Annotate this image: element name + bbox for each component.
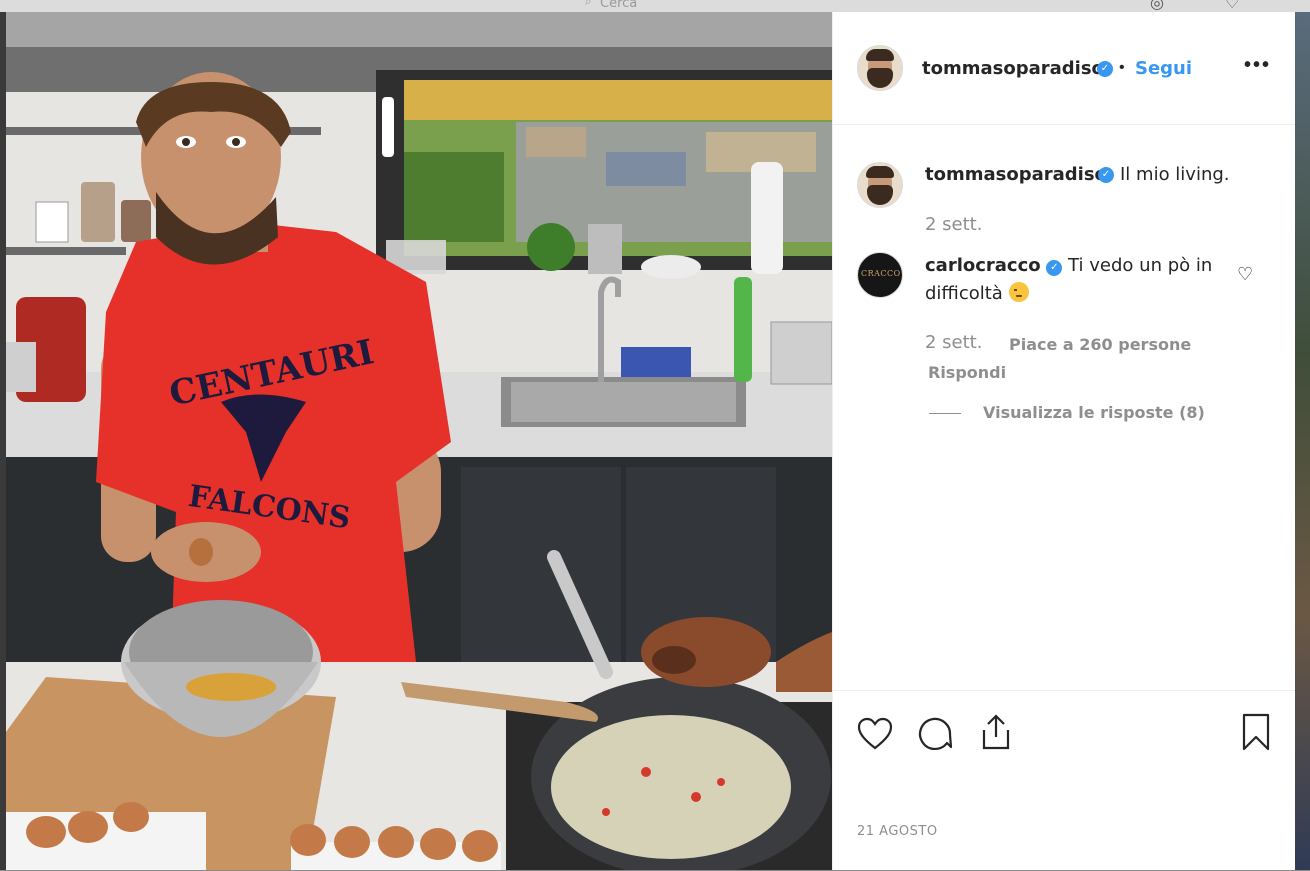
caption-avatar[interactable] [857, 162, 903, 208]
post-panel: tommasoparadiso ✓ • Segui ••• tommasopar… [832, 12, 1295, 870]
post-photo[interactable]: CENTAURI FALCONS [6, 12, 832, 870]
heart-icon[interactable] [857, 717, 893, 751]
comment-body: carlocracco ✓ Ti vedo un pò in difficolt… [925, 252, 1235, 308]
replies-divider [929, 413, 961, 414]
background-strip [1294, 12, 1310, 870]
caption-username[interactable]: tommasoparadiso [925, 164, 1107, 185]
bookmark-icon[interactable] [1241, 713, 1271, 751]
commenter-avatar[interactable]: CRACCO [857, 252, 903, 298]
search-icon: ⌕ [585, 0, 592, 8]
caption-age[interactable]: 2 sett. [925, 214, 982, 235]
post-header: tommasoparadiso ✓ • Segui ••• [833, 12, 1295, 125]
more-icon[interactable]: ••• [1244, 54, 1271, 77]
reply-button[interactable]: Rispondi [928, 363, 1006, 382]
comment-like-icon[interactable]: ♡ [1237, 264, 1253, 285]
share-icon[interactable] [979, 713, 1013, 751]
verified-icon: ✓ [1098, 167, 1114, 183]
author-avatar[interactable] [857, 45, 903, 91]
separator-dot: • [1119, 59, 1125, 76]
caption-text: Il mio living. [1120, 164, 1230, 185]
comment-age[interactable]: 2 sett. [925, 332, 982, 353]
verified-icon: ✓ [1046, 260, 1063, 276]
comment-likes[interactable]: Piace a 260 persone [1009, 335, 1191, 354]
post-actions [833, 690, 1295, 871]
follow-button[interactable]: Segui [1135, 58, 1192, 79]
verified-icon: ✓ [1097, 61, 1113, 77]
winking-face-icon [1008, 282, 1029, 302]
commenter-logo: CRACCO [861, 269, 901, 278]
search-input[interactable]: Cerca [600, 0, 637, 11]
author-username[interactable]: tommasoparadiso [922, 58, 1104, 79]
commenter-username[interactable]: carlocracco [925, 255, 1041, 276]
view-replies-button[interactable]: Visualizza le risposte (8) [983, 403, 1205, 422]
post-date[interactable]: 21 AGOSTO [857, 824, 938, 839]
comment-icon[interactable] [917, 715, 953, 751]
